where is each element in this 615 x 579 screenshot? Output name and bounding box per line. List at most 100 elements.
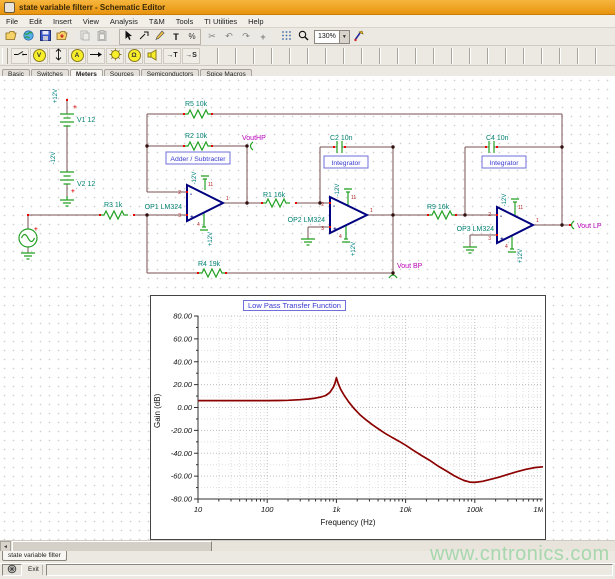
zoom-level-combo[interactable]: 130% ▼ [314,30,350,44]
zoom-tool-button[interactable] [295,30,311,44]
menu-ti-utilities[interactable]: TI Utilities [204,17,237,26]
annotation-adder-subtracter[interactable]: Adder / Subtracter [170,156,226,163]
op1-pos-rail: +12V [208,232,214,246]
open-file-button[interactable] [3,30,19,44]
status-exit-button[interactable]: Exit [25,565,43,575]
svg-text:20.00: 20.00 [172,380,193,389]
voltmeter-icon: V [33,49,46,62]
menu-edit[interactable]: Edit [29,17,42,26]
status-mode-cell[interactable] [2,564,22,576]
net-voutbp[interactable]: Vout BP [397,263,423,270]
annotation-integrator-1[interactable]: Integrator [331,160,361,167]
label-op3[interactable]: OP3 LM324 [457,226,494,233]
label-v2[interactable]: V2 12 [77,181,95,188]
current-arrow-icon [90,51,103,60]
label-r5[interactable]: R5 10k [185,101,208,108]
arrow-s-icon: →S [185,52,197,59]
app-window: state variable filterr - Schematic Edito… [0,0,615,575]
toolbar-grip[interactable] [2,48,8,64]
svg-text:-40.00: -40.00 [171,449,193,458]
ammeter-component-button[interactable]: A [68,48,86,64]
redo-button[interactable]: ↷ [238,30,254,44]
zoom-dropdown-arrow-icon[interactable]: ▼ [339,31,349,43]
arrow-t-icon: →T [166,52,177,59]
op2-plus: + [333,226,337,233]
op3-pos-rail: +12V [518,249,524,263]
current-arrow-component-button[interactable] [87,48,105,64]
speaker-icon [147,49,159,63]
label-r3[interactable]: R3 1k [104,202,123,209]
cut-button[interactable]: ✂ [204,30,220,44]
net-voutlp[interactable]: Vout LP [577,223,602,230]
annotation-integrator-2[interactable]: Integrator [489,160,519,167]
add-button[interactable]: + [255,30,271,44]
magnifier-icon [298,30,309,43]
switch-component-button[interactable] [11,48,29,64]
menu-help[interactable]: Help [248,17,263,26]
text-tool-icon: T [173,32,179,42]
plus-icon: + [260,32,265,42]
op3-plus: + [500,236,504,243]
svg-text:1MEG: 1MEG [533,505,543,514]
interactive-mode-button[interactable] [351,30,367,44]
interactive-switch-icon [353,30,365,44]
op3-pin1: 1 [536,218,539,224]
menu-insert[interactable]: Insert [53,17,72,26]
label-r4[interactable]: R4 19k [198,261,221,268]
menu-file[interactable]: File [6,17,18,26]
switch-icon [14,50,27,61]
label-op2[interactable]: OP2 LM324 [288,217,325,224]
open-folder-icon [5,30,18,43]
pencil-tool-button[interactable] [152,30,168,44]
scissors-icon: ✂ [208,31,216,42]
percent-tool-button[interactable]: % [184,30,200,44]
label-c2[interactable]: C2 10n [330,135,353,142]
open-web-button[interactable] [20,30,36,44]
op1-pin4: 4 [197,222,200,228]
label-v1[interactable]: V1 12 [77,117,95,124]
voltmeter-component-button[interactable]: V [30,48,48,64]
undo-button[interactable]: ↶ [221,30,237,44]
wire-tool-button[interactable] [136,30,152,44]
op2-neg-rail: -12V [335,184,341,197]
op2-pin11: 11 [351,195,356,201]
svg-text:-20.00: -20.00 [171,426,193,435]
rail-pos-label: +12V [53,89,59,103]
schematic-canvas[interactable]: - + - + - + + + + [0,76,615,540]
label-r1[interactable]: R1 16k [263,192,286,199]
transfer-function-chart: Low Pass Transfer Function 80.0060.0040.… [150,295,546,540]
label-r9[interactable]: R9 16k [427,204,450,211]
op3-pin3: 3 [488,236,491,242]
op1-plus: + [190,214,194,221]
grid-toggle-button[interactable] [278,30,294,44]
v1-plus: + [73,104,77,111]
paste-icon [97,30,107,43]
menu-analysis[interactable]: Analysis [110,17,138,26]
transfer-s-component-button[interactable]: →S [182,48,200,64]
svg-text:-80.00: -80.00 [171,495,193,504]
transfer-t-component-button[interactable]: →T [163,48,181,64]
wire-cursor-icon [139,31,149,43]
label-c4[interactable]: C4 10n [486,135,509,142]
menu-tools[interactable]: Tools [176,17,194,26]
select-tool-button[interactable] [120,30,136,44]
paste-button[interactable] [94,30,110,44]
net-vouthp[interactable]: VoutHP [242,135,266,142]
cursor-icon [124,30,133,43]
pencil-icon [155,30,165,43]
menu-view[interactable]: View [83,17,99,26]
ohmmeter-component-button[interactable]: Ω [125,48,143,64]
text-tool-button[interactable]: T [168,30,184,44]
copy-button[interactable] [77,30,93,44]
import-button[interactable] [54,30,70,44]
source-plus: + [34,226,38,233]
speaker-component-button[interactable] [144,48,162,64]
menu-tm[interactable]: T&M [149,17,165,26]
redo-icon: ↷ [242,31,250,42]
wattmeter-component-button[interactable] [106,48,124,64]
sheet-tab[interactable]: state variable filter [2,551,67,561]
label-op1[interactable]: OP1 LM324 [145,204,182,211]
save-button[interactable] [37,30,53,44]
label-r2[interactable]: R2 10k [185,133,208,140]
voltage-pin-component-button[interactable] [49,48,67,64]
